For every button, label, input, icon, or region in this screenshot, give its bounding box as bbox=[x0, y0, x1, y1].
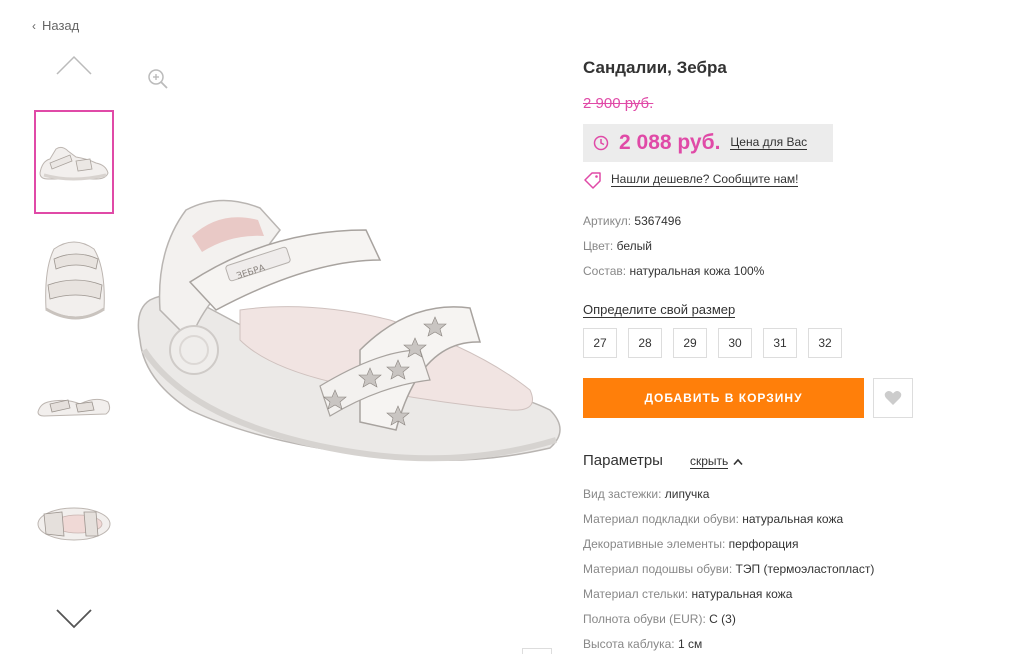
param-value: C (3) bbox=[709, 612, 736, 626]
old-price: 2 900 руб. bbox=[583, 95, 654, 112]
param-value: 1 см bbox=[677, 637, 703, 651]
price-tag-icon bbox=[584, 172, 601, 189]
heart-icon bbox=[884, 391, 902, 405]
param-key: Материал стельки: bbox=[583, 587, 689, 601]
param-key: Высота каблука: bbox=[583, 637, 675, 651]
param-row: Высота каблука: 1 см bbox=[583, 637, 702, 651]
params-toggle-label: скрыть bbox=[690, 454, 729, 469]
param-row: Материал подкладки обуви: натуральная ко… bbox=[583, 512, 843, 526]
back-link[interactable]: ‹ Назад bbox=[32, 18, 79, 33]
param-key: Декоративные элементы: bbox=[583, 537, 726, 551]
chevron-up-icon[interactable] bbox=[54, 52, 94, 78]
sandal-thumbnail-image bbox=[39, 146, 109, 181]
attribute-value: натуральная кожа 100% bbox=[629, 264, 765, 278]
params-hide-toggle[interactable]: скрыть bbox=[690, 455, 744, 469]
scroll-up-button[interactable] bbox=[522, 648, 552, 654]
size-option[interactable]: 31 bbox=[763, 328, 797, 358]
clock-icon bbox=[593, 135, 609, 151]
favorite-button[interactable] bbox=[873, 378, 913, 418]
product-title: Сандалии, Зебра bbox=[583, 58, 727, 77]
size-selector: 27 28 29 30 31 32 bbox=[583, 328, 842, 358]
found-cheaper-link[interactable]: Нашли дешевле? Сообщите нам! bbox=[583, 171, 799, 189]
param-row: Полнота обуви (EUR): C (3) bbox=[583, 612, 736, 626]
size-option[interactable]: 28 bbox=[628, 328, 662, 358]
param-key: Вид застежки: bbox=[583, 487, 662, 501]
attribute-key: Цвет: bbox=[583, 239, 614, 253]
thumbnail-3[interactable] bbox=[34, 350, 114, 454]
chevron-down-icon[interactable] bbox=[54, 606, 94, 632]
attribute-value: 5367496 bbox=[634, 214, 682, 228]
param-row: Материал подошвы обуви: ТЭП (термоэласто… bbox=[583, 562, 874, 576]
size-guide-link[interactable]: Определите свой размер bbox=[583, 303, 736, 318]
back-label: Назад bbox=[42, 18, 80, 33]
param-row: Декоративные элементы: перфорация bbox=[583, 537, 799, 551]
attribute-key: Артикул: bbox=[583, 214, 632, 228]
size-option[interactable]: 27 bbox=[583, 328, 617, 358]
param-row: Вид застежки: липучка bbox=[583, 487, 709, 501]
sandal-thumbnail-image bbox=[37, 507, 111, 541]
found-cheaper-label: Нашли дешевле? Сообщите нам! bbox=[611, 172, 799, 187]
size-option[interactable]: 30 bbox=[718, 328, 752, 358]
params-title: Параметры bbox=[583, 452, 663, 469]
param-value: липучка bbox=[664, 487, 710, 501]
param-key: Полнота обуви (EUR): bbox=[583, 612, 706, 626]
attribute-key: Состав: bbox=[583, 264, 627, 278]
param-value: натуральная кожа bbox=[742, 512, 844, 526]
sandal-thumbnail-image bbox=[45, 241, 105, 320]
param-value: натуральная кожа bbox=[691, 587, 793, 601]
param-key: Материал подошвы обуви: bbox=[583, 562, 733, 576]
param-key: Материал подкладки обуви: bbox=[583, 512, 739, 526]
size-option[interactable]: 29 bbox=[673, 328, 707, 358]
attribute-article: Артикул: 5367496 bbox=[583, 214, 681, 228]
param-value: перфорация bbox=[728, 537, 799, 551]
zoom-in-icon[interactable] bbox=[147, 68, 169, 90]
param-row: Материал стельки: натуральная кожа bbox=[583, 587, 792, 601]
product-main-image: ЗЕБРА bbox=[137, 199, 561, 462]
thumbnail-2[interactable] bbox=[34, 227, 114, 331]
current-price: 2 088 руб. bbox=[619, 131, 721, 154]
attribute-composition: Состав: натуральная кожа 100% bbox=[583, 264, 764, 278]
size-option[interactable]: 32 bbox=[808, 328, 842, 358]
chevron-left-icon: ‹ bbox=[32, 18, 36, 33]
attribute-value: белый bbox=[616, 239, 652, 253]
add-to-cart-button[interactable]: ДОБАВИТЬ В КОРЗИНУ bbox=[583, 378, 864, 418]
price-box: 2 088 руб. Цена для Вас bbox=[583, 124, 833, 162]
sandal-thumbnail-image bbox=[37, 398, 111, 417]
price-label[interactable]: Цена для Вас bbox=[730, 136, 808, 150]
attribute-color: Цвет: белый bbox=[583, 239, 652, 253]
chevron-up-small-icon bbox=[733, 458, 743, 466]
param-value: ТЭП (термоэластопласт) bbox=[735, 562, 875, 576]
thumbnail-4[interactable] bbox=[34, 470, 114, 574]
thumbnail-1[interactable] bbox=[34, 110, 114, 214]
